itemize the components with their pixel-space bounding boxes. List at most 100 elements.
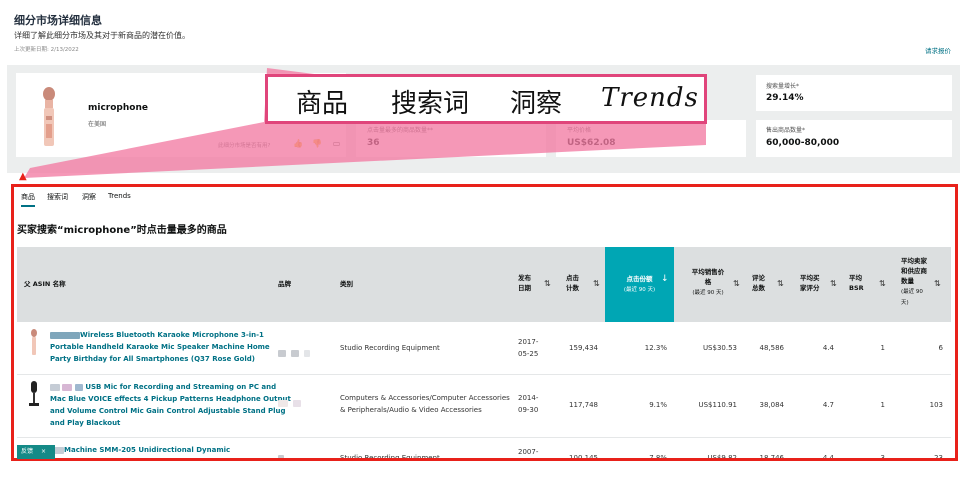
page-subtitle: 详细了解此细分市场及其对于新商品的潜在价值。 — [14, 31, 190, 40]
metric-value: 60,000-80,000 — [766, 138, 840, 148]
page-title: 细分市场详细信息 — [14, 14, 102, 27]
tab-trends[interactable]: Trends — [108, 192, 131, 200]
brand-redacted — [278, 343, 311, 362]
product-name: microphone — [88, 103, 148, 113]
col-sellers-line2: 和供应商 — [901, 267, 927, 275]
category-line: & Peripherals/Audio & Video Accessories — [340, 406, 482, 414]
callout-tab-trends: Trends — [601, 83, 699, 113]
rating-cell: 4.7 — [822, 401, 834, 409]
brand-redacted — [278, 393, 302, 412]
metric-label: 搜索量增长* — [766, 83, 800, 90]
thumbs-up-icon[interactable]: 👍 — [293, 139, 303, 148]
metric-value: US$62.08 — [567, 138, 616, 148]
release-date-cell: 2007- — [518, 448, 539, 456]
sort-icon[interactable]: ⇅ — [879, 279, 886, 288]
col-sellers-line1: 平均卖家 — [901, 257, 927, 265]
feedback-label: 反馈 — [21, 448, 34, 455]
click-share-cell: 9.1% — [649, 401, 667, 409]
col-rating[interactable]: 平均买 家评分 — [800, 273, 820, 293]
redacted-brand — [50, 331, 80, 339]
col-rating-line2: 家评分 — [800, 284, 820, 292]
section-title: 买家搜索“microphone”时点击量最多的商品 — [17, 225, 227, 236]
release-date-cell: 2014- 09-30 — [518, 392, 538, 416]
col-rating-line1: 平均买 — [800, 274, 820, 282]
product-title-link[interactable]: Machine SMM-205 Unidirectional Dynamic — [50, 444, 230, 456]
rating-cell: 4.4 — [822, 344, 834, 352]
col-click-share[interactable]: 点击份额 (最近 90 天) ↓ — [605, 247, 674, 322]
highlight-frame-bottom — [11, 458, 958, 461]
comment-icon[interactable]: ▭ — [332, 139, 341, 148]
col-clicks[interactable]: 点击 计数 — [566, 273, 579, 293]
col-sellers-sub2: 天) — [901, 300, 909, 306]
col-clicks-line2: 计数 — [566, 284, 579, 292]
product-thumbnail — [31, 329, 37, 355]
metric-value: 36 — [367, 138, 380, 148]
microphone-product-image — [43, 87, 55, 146]
callout-tab-products: 商品 — [296, 89, 349, 119]
reviews-cell: 48,586 — [759, 344, 785, 352]
clicks-cell: 117,748 — [569, 401, 598, 409]
col-bsr-line1: 平均 — [849, 274, 862, 282]
sort-icon[interactable]: ⇅ — [733, 279, 740, 288]
col-clicks-line1: 点击 — [566, 274, 579, 282]
col-release-date[interactable]: 发布 日期 — [518, 273, 531, 293]
col-reviews-line2: 总数 — [752, 284, 765, 292]
col-avg-price-line1: 平均销售价 — [691, 268, 725, 276]
close-icon[interactable]: × — [41, 448, 46, 455]
release-line: 2017- — [518, 338, 539, 346]
request-report-link[interactable]: 请求报价 — [925, 45, 951, 55]
sort-icon[interactable]: ⇅ — [934, 279, 941, 288]
title-line: Mac Blue VOICE effects 4 Pickup Patterns… — [50, 395, 291, 403]
col-brand[interactable]: 品牌 — [278, 279, 291, 289]
tab-products[interactable]: 商品 — [21, 192, 35, 207]
tab-insights[interactable]: 洞察 — [82, 192, 96, 202]
callout-tab-insights: 洞察 — [510, 89, 563, 119]
arrow-pointer-icon: ▲ — [19, 171, 27, 182]
product-thumbnail — [29, 381, 39, 406]
product-market: 在美国 — [88, 121, 107, 128]
metric-label: 平均价格 — [567, 127, 592, 134]
sort-down-icon[interactable]: ↓ — [661, 274, 669, 284]
product-title-link[interactable]: Wireless Bluetooth Karaoke Microphone 3-… — [50, 329, 270, 365]
metric-label: 售出商品数量* — [766, 127, 806, 134]
col-category[interactable]: 类别 — [340, 279, 353, 289]
col-asin[interactable]: 父 ASIN 名称 — [24, 279, 66, 289]
release-line: 09-30 — [518, 406, 539, 414]
col-avg-price-sub: (最近 90 天) — [692, 290, 724, 296]
callout-tab-search-terms: 搜索词 — [391, 89, 470, 119]
feedback-button[interactable]: 反馈 × — [17, 445, 55, 459]
avg-price-cell: US$30.53 — [702, 344, 737, 352]
title-line: USB Mic for Recording and Streaming on P… — [85, 383, 277, 391]
col-sellers[interactable]: 平均卖家 和供应商 数量 (最近 90 天) — [901, 256, 927, 308]
tabs-callout: 商品 搜索词 洞察 Trends — [265, 74, 707, 124]
thumbs-down-icon[interactable]: 👎 — [312, 139, 322, 148]
release-date-cell: 2017- 05-25 — [518, 336, 538, 360]
sort-icon[interactable]: ⇅ — [544, 279, 551, 288]
col-sellers-line3: 数量 — [901, 277, 914, 285]
col-click-share-sub: (最近 90 天) — [623, 287, 656, 293]
sellers-cell: 6 — [938, 344, 943, 352]
metric-label: 点击量最多的商品数量** — [367, 127, 434, 134]
release-line: 2014- — [518, 394, 539, 402]
col-avg-price[interactable]: 平均销售价 格 (最近 90 天) — [683, 267, 733, 298]
sort-icon[interactable]: ⇅ — [777, 279, 784, 288]
last-updated: 上次更新日期: 2/13/2022 — [14, 47, 79, 53]
avg-price-cell: US$110.91 — [698, 401, 737, 409]
sellers-cell: 103 — [929, 401, 943, 409]
reviews-cell: 38,084 — [759, 401, 785, 409]
bsr-cell: 1 — [880, 401, 885, 409]
category-cell: Studio Recording Equipment — [340, 344, 440, 352]
col-reviews-line1: 评论 — [752, 274, 765, 282]
page-bottom — [0, 461, 973, 483]
sort-icon[interactable]: ⇅ — [593, 279, 600, 288]
useful-question: 此细分市场是否有用? — [218, 143, 271, 149]
sort-icon[interactable]: ⇅ — [830, 279, 837, 288]
title-line: Portable Handheld Karaoke Mic Speaker Ma… — [50, 343, 270, 351]
release-line: 05-25 — [518, 350, 539, 358]
product-title-link[interactable]: USB Mic for Recording and Streaming on P… — [50, 381, 291, 429]
click-share-cell: 12.3% — [644, 344, 667, 352]
col-bsr[interactable]: 平均 BSR — [849, 273, 864, 293]
col-reviews[interactable]: 评论 总数 — [752, 273, 765, 293]
title-line: Party Birthday for All Smartphones (Q37 … — [50, 355, 255, 363]
tab-search-terms[interactable]: 搜索词 — [47, 192, 68, 202]
